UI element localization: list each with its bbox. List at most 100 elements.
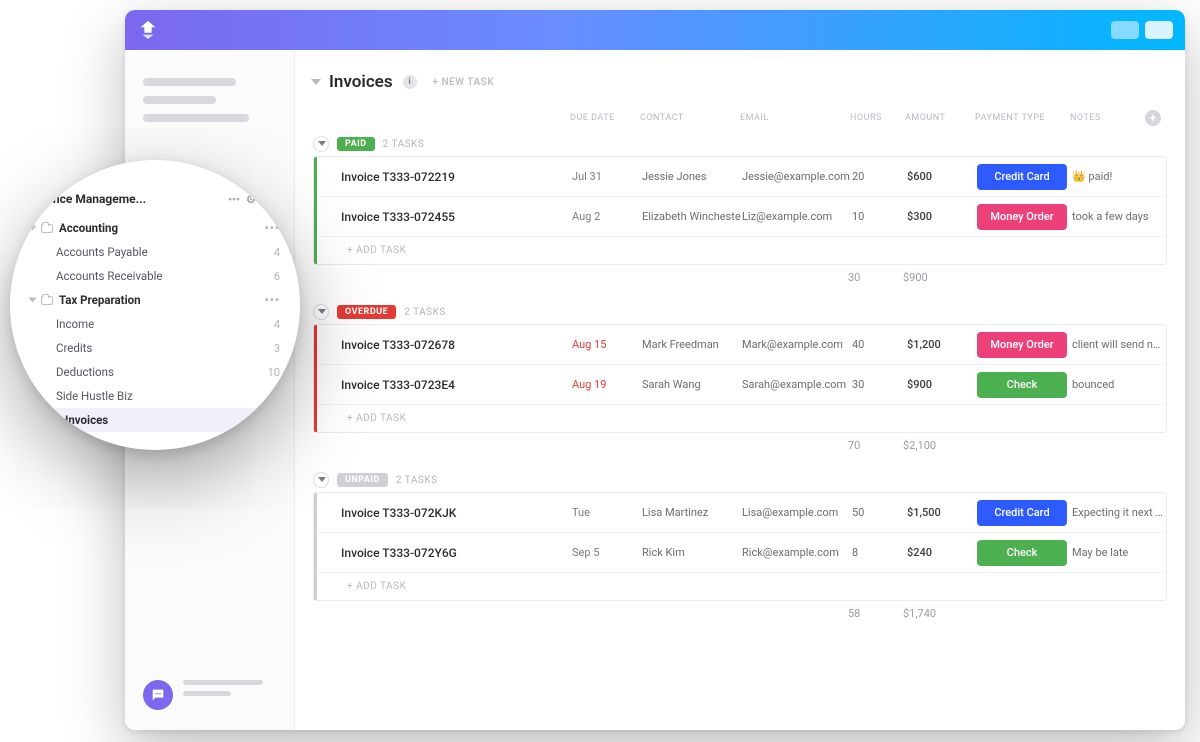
total-hours: 30 — [848, 271, 903, 284]
chat-fab[interactable] — [143, 680, 173, 710]
window-minimize-button[interactable] — [1111, 21, 1139, 39]
payment-type-button[interactable]: Check — [977, 372, 1067, 398]
list-label: Accounts Receivable — [56, 269, 163, 283]
task-group-overdue: OVERDUE2 TASKSInvoice T333-072678Aug 15M… — [313, 300, 1167, 458]
task-row[interactable]: Invoice T333-072455Aug 2Elizabeth Winche… — [317, 197, 1166, 237]
task-amount[interactable]: $300 — [907, 210, 977, 223]
list-count: 3 — [274, 342, 280, 355]
add-task-button[interactable]: + ADD TASK — [317, 237, 1166, 264]
sidebar-list-item[interactable]: Income4 — [30, 312, 280, 336]
task-contact[interactable]: Elizabeth Wincheste — [642, 210, 742, 223]
col-email[interactable]: EMAIL — [740, 113, 850, 123]
task-hours[interactable]: 50 — [852, 506, 907, 519]
task-due-date[interactable]: Aug 2 — [572, 210, 642, 223]
task-amount[interactable]: $240 — [907, 546, 977, 559]
task-email[interactable]: Jessie@example.com — [742, 170, 852, 183]
folder-more-icon[interactable]: ••• — [265, 293, 280, 307]
task-group-paid: PAID2 TASKSInvoice T333-072219Jul 31Jess… — [313, 132, 1167, 290]
task-hours[interactable]: 20 — [852, 170, 907, 183]
task-contact[interactable]: Lisa Martinez — [642, 506, 742, 519]
payment-type-button[interactable]: Money Order — [977, 204, 1067, 230]
sidebar-list-item[interactable]: Credits 3 — [30, 336, 280, 360]
task-contact[interactable]: Sarah Wang — [642, 378, 742, 391]
payment-type-button[interactable]: Credit Card — [977, 164, 1067, 190]
task-amount[interactable]: $900 — [907, 378, 977, 391]
group-collapse-button[interactable] — [313, 136, 329, 152]
task-amount[interactable]: $1,500 — [907, 506, 977, 519]
task-name[interactable]: Invoice T333-072KJK — [337, 506, 572, 520]
payment-type-button[interactable]: Money Order — [977, 332, 1067, 358]
task-due-date[interactable]: Aug 19 — [572, 378, 642, 391]
task-row[interactable]: Invoice T333-072KJKTueLisa MartinezLisa@… — [317, 493, 1166, 533]
task-notes[interactable]: 👑 paid! — [1072, 170, 1166, 183]
add-task-button[interactable]: + ADD TASK — [317, 573, 1166, 600]
col-notes[interactable]: NOTES — [1070, 113, 1145, 123]
task-contact[interactable]: Jessie Jones — [642, 170, 742, 183]
task-contact[interactable]: Rick Kim — [642, 546, 742, 559]
sidebar-list-item[interactable]: Deductions10 — [30, 360, 280, 384]
task-notes[interactable]: took a few days — [1072, 210, 1166, 223]
space-name[interactable]: Finance Manageme... — [30, 192, 146, 206]
chevron-icon — [29, 298, 37, 303]
add-task-button[interactable]: + ADD TASK — [317, 405, 1166, 432]
task-notes[interactable]: bounced — [1072, 378, 1166, 391]
group-collapse-button[interactable] — [313, 304, 329, 320]
task-hours[interactable]: 10 — [852, 210, 907, 223]
folder-label: Accounting — [59, 221, 118, 235]
task-due-date[interactable]: Tue — [572, 506, 642, 519]
list-label: Side Hustle Biz — [56, 389, 133, 403]
col-payment[interactable]: PAYMENT TYPE — [975, 113, 1070, 123]
task-row[interactable]: Invoice T333-0723E4Aug 19Sarah WangSarah… — [317, 365, 1166, 405]
task-notes[interactable]: May be late — [1072, 546, 1166, 559]
group-collapse-button[interactable] — [313, 472, 329, 488]
task-notes[interactable]: client will send next wk — [1072, 338, 1166, 351]
task-row[interactable]: Invoice T333-072Y6GSep 5Rick KimRick@exa… — [317, 533, 1166, 573]
payment-type-button[interactable]: Credit Card — [977, 500, 1067, 526]
col-contact[interactable]: CONTACT — [640, 113, 740, 123]
new-task-button[interactable]: + NEW TASK — [433, 77, 495, 88]
task-due-date[interactable]: Aug 15 — [572, 338, 642, 351]
window-maximize-button[interactable] — [1145, 21, 1173, 39]
task-name[interactable]: Invoice T333-072678 — [337, 338, 572, 352]
list-count: 6 — [274, 270, 280, 283]
task-amount[interactable]: $1,200 — [907, 338, 977, 351]
col-hours[interactable]: HOURS — [850, 113, 905, 123]
task-hours[interactable]: 30 — [852, 378, 907, 391]
status-pill[interactable]: OVERDUE — [337, 305, 396, 319]
task-count-label: 2 TASKS — [396, 475, 438, 486]
task-due-date[interactable]: Jul 31 — [572, 170, 642, 183]
info-icon[interactable]: i — [403, 75, 417, 89]
task-hours[interactable]: 40 — [852, 338, 907, 351]
task-email[interactable]: Rick@example.com — [742, 546, 852, 559]
list-label: Credits — [56, 341, 92, 355]
col-due-date[interactable]: DUE DATE — [570, 113, 640, 123]
folder-icon — [41, 224, 53, 233]
task-notes[interactable]: Expecting it next week — [1072, 506, 1166, 519]
sidebar-list-item[interactable]: Accounts Payable4 — [30, 240, 280, 264]
space-more-icon[interactable]: ••• — [228, 193, 240, 206]
task-hours[interactable]: 8 — [852, 546, 907, 559]
status-pill[interactable]: PAID — [337, 137, 375, 151]
sidebar-list-item[interactable]: Side Hustle Biz6 — [30, 384, 280, 408]
task-row[interactable]: Invoice T333-072219Jul 31Jessie JonesJes… — [317, 157, 1166, 197]
task-name[interactable]: Invoice T333-072455 — [337, 210, 572, 224]
sidebar-list-item[interactable]: Accounts Receivable 6 — [30, 264, 280, 288]
task-email[interactable]: Sarah@example.com — [742, 378, 852, 391]
task-due-date[interactable]: Sep 5 — [572, 546, 642, 559]
add-column-button[interactable]: + — [1145, 110, 1161, 126]
status-pill[interactable]: UNPAID — [337, 473, 388, 487]
col-amount[interactable]: AMOUNT — [905, 113, 975, 123]
task-name[interactable]: Invoice T333-072219 — [337, 170, 572, 184]
task-name[interactable]: Invoice T333-0723E4 — [337, 378, 572, 392]
sidebar-folder[interactable]: Tax Preparation••• — [30, 288, 280, 312]
sidebar-folder[interactable]: Accounting••• — [30, 216, 280, 240]
task-amount[interactable]: $600 — [907, 170, 977, 183]
task-name[interactable]: Invoice T333-072Y6G — [337, 546, 572, 560]
collapse-chevron-icon[interactable] — [311, 79, 321, 85]
task-email[interactable]: Lisa@example.com — [742, 506, 852, 519]
task-contact[interactable]: Mark Freedman — [642, 338, 742, 351]
task-email[interactable]: Liz@example.com — [742, 210, 852, 223]
task-email[interactable]: Mark@example.com — [742, 338, 852, 351]
task-row[interactable]: Invoice T333-072678Aug 15Mark FreedmanMa… — [317, 325, 1166, 365]
payment-type-button[interactable]: Check — [977, 540, 1067, 566]
